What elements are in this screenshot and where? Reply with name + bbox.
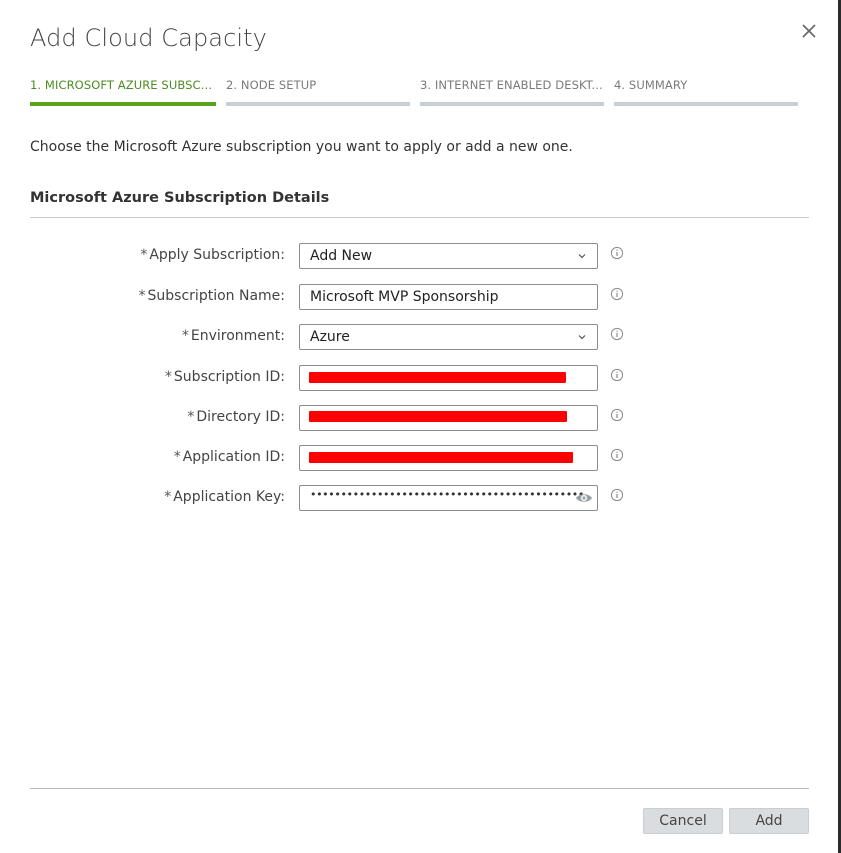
step-azure-subscription[interactable]: 1. MICROSOFT AZURE SUBSCR... bbox=[30, 78, 216, 108]
step-progress-bar bbox=[226, 102, 410, 106]
redaction-mark bbox=[309, 411, 567, 422]
step-label: 1. MICROSOFT AZURE SUBSCR... bbox=[30, 78, 216, 92]
chevron-down-icon bbox=[578, 254, 586, 259]
application-key-row: * Application Key: ••••••••••••••••••••••… bbox=[0, 485, 841, 511]
step-node-setup[interactable]: 2. NODE SETUP bbox=[226, 78, 410, 108]
step-label: 3. INTERNET ENABLED DESKT... bbox=[420, 78, 603, 92]
chevron-down-icon bbox=[578, 335, 586, 340]
info-icon[interactable] bbox=[610, 327, 624, 341]
info-icon[interactable] bbox=[610, 287, 624, 301]
add-cloud-capacity-dialog: Add Cloud Capacity 1. MICROSOFT AZURE SU… bbox=[0, 0, 838, 853]
subscription-id-row: * Subscription ID: bbox=[0, 365, 841, 391]
required-marker: * bbox=[164, 489, 172, 505]
subscription-name-label: * Subscription Name: bbox=[138, 288, 285, 304]
step-progress-bar bbox=[30, 102, 216, 106]
application-id-row: * Application ID: bbox=[0, 445, 841, 471]
info-icon[interactable] bbox=[610, 246, 624, 260]
step-label: 4. SUMMARY bbox=[614, 78, 688, 92]
subscription-id-input[interactable] bbox=[299, 365, 598, 391]
environment-row: * Environment: Azure bbox=[0, 324, 841, 350]
step-internet-enabled-desktops[interactable]: 3. INTERNET ENABLED DESKT... bbox=[420, 78, 604, 108]
apply-subscription-select[interactable]: Add New bbox=[299, 243, 598, 269]
dialog-title: Add Cloud Capacity bbox=[30, 24, 267, 52]
application-id-input[interactable] bbox=[299, 445, 598, 471]
application-key-input[interactable]: ••••••••••••••••••••••••••••••••••••••••… bbox=[299, 485, 598, 511]
application-key-masked-value: ••••••••••••••••••••••••••••••••••••••••… bbox=[310, 488, 584, 501]
application-key-label: * Application Key: bbox=[164, 489, 285, 505]
environment-value: Azure bbox=[310, 329, 350, 345]
required-marker: * bbox=[173, 449, 181, 465]
add-button[interactable]: Add bbox=[729, 808, 809, 834]
step-progress-bar bbox=[420, 102, 604, 106]
section-title: Microsoft Azure Subscription Details bbox=[30, 190, 330, 206]
info-icon[interactable] bbox=[610, 368, 624, 382]
subscription-id-label: * Subscription ID: bbox=[164, 369, 285, 385]
info-icon[interactable] bbox=[610, 448, 624, 462]
footer-divider bbox=[30, 788, 809, 789]
required-marker: * bbox=[138, 288, 146, 304]
apply-subscription-value: Add New bbox=[310, 248, 373, 264]
required-marker: * bbox=[140, 247, 148, 263]
apply-subscription-row: * Apply Subscription: Add New bbox=[0, 243, 841, 269]
required-marker: * bbox=[164, 369, 172, 385]
step-label: 2. NODE SETUP bbox=[226, 78, 317, 92]
apply-subscription-label: * Apply Subscription: bbox=[140, 247, 285, 263]
eye-icon[interactable] bbox=[575, 491, 593, 505]
intro-text: Choose the Microsoft Azure subscription … bbox=[30, 139, 573, 155]
section-divider bbox=[30, 217, 809, 218]
step-progress-bar bbox=[614, 102, 798, 106]
directory-id-input[interactable] bbox=[299, 405, 598, 431]
required-marker: * bbox=[187, 409, 195, 425]
step-summary[interactable]: 4. SUMMARY bbox=[614, 78, 798, 108]
environment-select[interactable]: Azure bbox=[299, 324, 598, 350]
info-icon[interactable] bbox=[610, 488, 624, 502]
directory-id-row: * Directory ID: bbox=[0, 405, 841, 431]
info-icon[interactable] bbox=[610, 408, 624, 422]
directory-id-label: * Directory ID: bbox=[187, 409, 285, 425]
redaction-mark bbox=[309, 372, 566, 383]
close-icon[interactable] bbox=[798, 20, 820, 42]
redaction-mark bbox=[309, 452, 573, 463]
cancel-button[interactable]: Cancel bbox=[643, 808, 723, 834]
subscription-name-input[interactable]: Microsoft MVP Sponsorship bbox=[299, 284, 598, 310]
environment-label: * Environment: bbox=[181, 328, 285, 344]
subscription-name-row: * Subscription Name: Microsoft MVP Sponso… bbox=[0, 284, 841, 310]
required-marker: * bbox=[181, 328, 189, 344]
application-id-label: * Application ID: bbox=[173, 449, 285, 465]
wizard-steps: 1. MICROSOFT AZURE SUBSCR... 2. NODE SET… bbox=[30, 78, 800, 108]
